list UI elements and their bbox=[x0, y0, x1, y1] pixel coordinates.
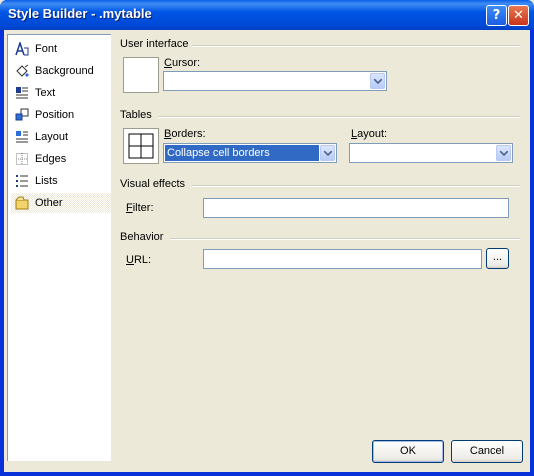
chevron-down-icon bbox=[374, 79, 382, 84]
help-button[interactable]: ? bbox=[486, 5, 507, 26]
visual-effects-section: Visual effects Filter: bbox=[120, 178, 520, 220]
filter-input[interactable] bbox=[203, 198, 509, 218]
chevron-down-icon bbox=[500, 151, 508, 156]
lists-icon bbox=[16, 175, 28, 187]
sidebar-item-layout[interactable]: Layout bbox=[11, 127, 111, 147]
section-title: User interface bbox=[120, 38, 189, 50]
background-icon bbox=[16, 64, 29, 77]
help-icon: ? bbox=[492, 8, 501, 23]
sidebar-item-label: Position bbox=[35, 109, 75, 121]
borders-dropdown-button[interactable] bbox=[320, 145, 335, 161]
title-bar[interactable]: Style Builder - .mytable ? ✕ bbox=[0, 0, 534, 30]
ok-button[interactable]: OK bbox=[372, 440, 444, 463]
url-label: URL: bbox=[126, 254, 152, 266]
url-input[interactable] bbox=[203, 249, 482, 269]
sidebar-item-edges[interactable]: Edges bbox=[11, 149, 111, 169]
section-title: Visual effects bbox=[120, 178, 186, 190]
cursor-preview bbox=[123, 57, 159, 93]
text-icon bbox=[16, 87, 28, 99]
style-builder-window: Style Builder - .mytable ? ✕ Font Backgr… bbox=[0, 0, 534, 476]
cursor-label: Cursor: bbox=[164, 57, 201, 69]
window-title: Style Builder - .mytable bbox=[8, 6, 152, 21]
edges-icon bbox=[16, 153, 28, 165]
layout-dropdown-button[interactable] bbox=[496, 145, 511, 161]
section-title: Tables bbox=[120, 109, 152, 121]
filter-label: Filter: bbox=[126, 202, 154, 214]
sidebar-item-lists[interactable]: Lists bbox=[11, 171, 111, 191]
tables-section: Tables Borders: Collapse cell borders La… bbox=[120, 109, 520, 169]
position-icon bbox=[15, 108, 29, 121]
category-list[interactable]: Font Background Text Position Layout Edg… bbox=[7, 34, 111, 461]
layout-icon bbox=[16, 131, 28, 143]
cursor-select[interactable] bbox=[163, 71, 387, 91]
divider bbox=[158, 116, 520, 118]
sidebar-item-text[interactable]: Text bbox=[11, 83, 111, 103]
user-interface-section: User interface Cursor: bbox=[120, 38, 520, 98]
borders-value: Collapse cell borders bbox=[165, 145, 319, 161]
sidebar-item-label: Lists bbox=[35, 175, 58, 187]
sidebar-item-background[interactable]: Background bbox=[11, 61, 111, 81]
cursor-value bbox=[165, 73, 167, 89]
sidebar-item-label: Edges bbox=[35, 153, 67, 165]
other-icon bbox=[15, 196, 29, 210]
borders-label: Borders: bbox=[164, 128, 206, 140]
sidebar-item-label: Font bbox=[35, 43, 58, 55]
behavior-section: Behavior URL: ... bbox=[120, 231, 520, 273]
cancel-button[interactable]: Cancel bbox=[451, 440, 523, 463]
sidebar-item-position[interactable]: Position bbox=[11, 105, 111, 125]
sidebar-item-label: Text bbox=[35, 87, 56, 99]
divider bbox=[192, 45, 520, 47]
sidebar-item-label: Layout bbox=[35, 131, 69, 143]
close-icon: ✕ bbox=[513, 8, 524, 23]
close-button[interactable]: ✕ bbox=[508, 5, 529, 26]
sidebar-item-label: Background bbox=[35, 65, 94, 77]
chevron-down-icon bbox=[324, 151, 332, 156]
divider bbox=[170, 238, 520, 240]
cursor-dropdown-button[interactable] bbox=[370, 73, 385, 89]
borders-select[interactable]: Collapse cell borders bbox=[163, 143, 337, 163]
sidebar-item-label: Other bbox=[35, 197, 63, 209]
table-grid-icon bbox=[128, 133, 154, 159]
section-title: Behavior bbox=[120, 231, 164, 243]
font-icon bbox=[15, 42, 29, 56]
divider bbox=[192, 185, 520, 187]
sidebar-item-font[interactable]: Font bbox=[11, 39, 111, 59]
dialog-client-area: Font Background Text Position Layout Edg… bbox=[4, 30, 530, 472]
layout-select[interactable] bbox=[349, 143, 513, 163]
borders-preview bbox=[123, 128, 159, 164]
browse-url-button[interactable]: ... bbox=[486, 248, 509, 269]
layout-value bbox=[351, 145, 353, 161]
sidebar-item-other[interactable]: Other bbox=[11, 193, 111, 213]
layout-label: Layout: bbox=[351, 128, 388, 140]
